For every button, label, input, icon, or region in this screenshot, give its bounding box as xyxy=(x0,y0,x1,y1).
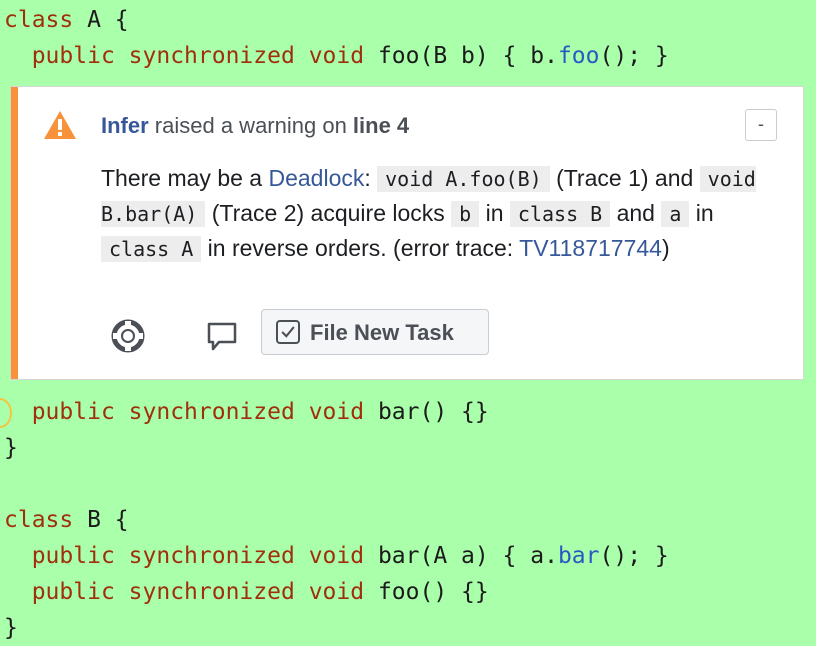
code-line-class-b: class B { xyxy=(4,507,129,533)
tool-name[interactable]: Infer xyxy=(101,113,149,138)
code-line-class-a: class A { xyxy=(4,7,129,33)
code-line-bar: public synchronized void bar() {} xyxy=(31,399,489,425)
warning-header: Infer raised a warning on line 4 xyxy=(101,113,410,138)
code-line-b-foo: public synchronized void foo() {} xyxy=(31,579,489,605)
file-new-task-button[interactable]: File New Task xyxy=(261,309,489,355)
deadlock-link[interactable]: Deadlock xyxy=(268,165,364,191)
error-trace-link[interactable]: TV118717744 xyxy=(519,235,662,261)
code-line-b-bar: public synchronized void bar(A a) { a.ba… xyxy=(31,543,669,569)
help-lifebuoy-icon[interactable] xyxy=(111,319,145,353)
warning-message: There may be a Deadlock: void A.foo(B) (… xyxy=(101,165,756,262)
collapse-button[interactable]: - xyxy=(745,109,777,141)
checkbox-icon xyxy=(276,320,300,344)
infer-warning-panel: Infer raised a warning on line 4 - There… xyxy=(10,86,804,380)
code-line-close-a: } xyxy=(4,435,18,461)
code-line-close-b: } xyxy=(4,615,18,641)
warning-line-ref: line 4 xyxy=(352,113,410,138)
comment-icon[interactable] xyxy=(205,319,239,353)
warning-accent-bar xyxy=(11,87,18,379)
code-line-foo: public synchronized void foo(B b) { b.fo… xyxy=(31,43,669,69)
warning-icon xyxy=(44,111,76,139)
